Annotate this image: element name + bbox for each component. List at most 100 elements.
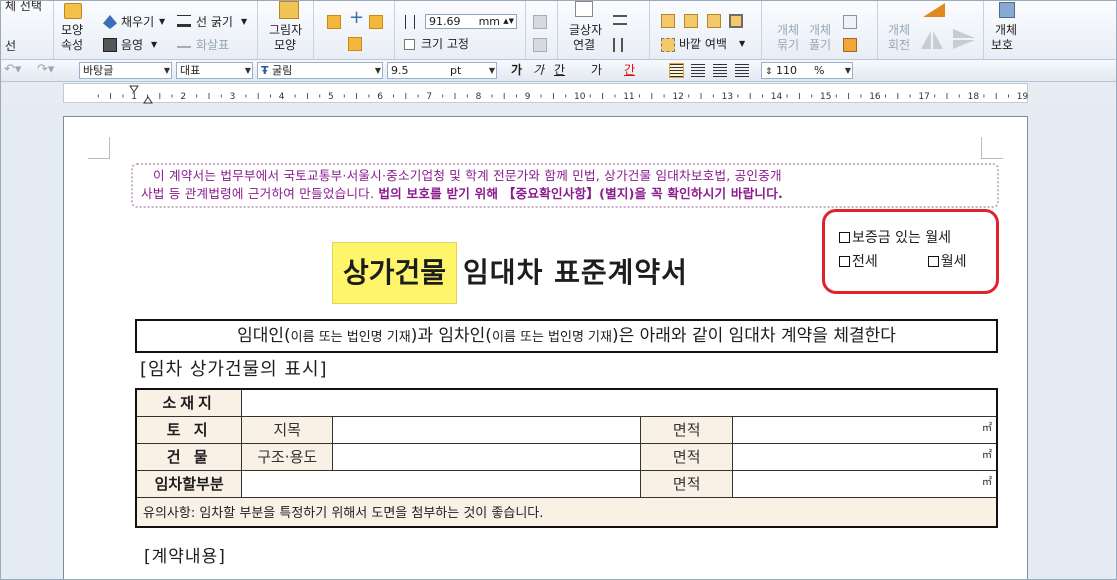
- align-center-icon[interactable]: [713, 64, 727, 77]
- font-color-button[interactable]: 간: [624, 63, 635, 78]
- table-cell-unit[interactable]: ㎡: [732, 442, 998, 471]
- document-workspace[interactable]: 이 계약서는 법무부에서 국토교통부·서울시·중소기업청 및 학계 전문가와 함…: [1, 104, 1116, 579]
- order-icon[interactable]: [843, 15, 857, 29]
- intro-box: 임대인(이름 또는 법인명 기재)과 임차인(이름 또는 법인명 기재)은 아래…: [135, 319, 998, 353]
- align-right-icon[interactable]: [735, 64, 749, 77]
- align-bottom-obj-icon[interactable]: [348, 37, 362, 51]
- ungroup-objects-button-line2[interactable]: 풀기: [809, 38, 831, 52]
- undo-icon[interactable]: ↶▾: [4, 63, 21, 77]
- ribbon-toolbar: 체 선택 선 모양 속성 채우기 ▼ 음영 ▼ 선 굵기 ▼ 화살표 그림자 모…: [1, 1, 1116, 60]
- checkbox-icon[interactable]: [839, 232, 850, 243]
- redo-icon[interactable]: ↷▾: [37, 63, 54, 77]
- select-line-label[interactable]: 선: [5, 39, 16, 53]
- spin-icon[interactable]: ▲▼: [503, 15, 514, 28]
- intro-text: )은 아래와 같이 임대차 계약을 체결한다: [611, 326, 896, 346]
- horizontal-ruler[interactable]: 1 2 3 4 5 6 7 8 9 10 11 12 13 14 15 16 17 18 19: [63, 83, 1029, 104]
- fix-size-checkbox[interactable]: [404, 39, 415, 50]
- formatting-toolbar: ↶▾ ↷▾ 바탕글 ▼ 대표 ▼ Ŧ 굴림 ▼ 9.5 pt ▼ 가 가 간 가 간 ⇕ …: [1, 60, 1116, 82]
- font-size-input[interactable]: 9.5 pt ▼: [387, 62, 497, 79]
- align-left-icon[interactable]: [691, 64, 705, 77]
- table-cell-input[interactable]: [332, 415, 642, 444]
- table-cell-unit[interactable]: ㎡: [732, 469, 998, 498]
- textbox-link-button-line2[interactable]: 연결: [573, 38, 595, 52]
- outer-margin-button[interactable]: 바깥 여백: [679, 37, 727, 51]
- table-row: 임차할부분 면적 ㎡: [135, 469, 998, 498]
- picture-shape-button-line2[interactable]: 모양: [274, 38, 296, 52]
- table-cell-input[interactable]: [241, 388, 998, 417]
- align-left-obj-icon[interactable]: [327, 15, 341, 29]
- align-justify-icon[interactable]: [669, 63, 684, 78]
- checkbox-icon[interactable]: [839, 256, 850, 267]
- checkbox-icon[interactable]: [927, 256, 939, 267]
- fix-size-label: 크기 고정: [421, 37, 469, 51]
- document-page[interactable]: 이 계약서는 법무부에서 국토교통부·서울시·중소기업청 및 학계 전문가와 함…: [63, 116, 1028, 579]
- arrow-button[interactable]: 화살표: [196, 38, 229, 52]
- wrap-icon-3[interactable]: [707, 14, 721, 28]
- width-unit: mm: [478, 15, 500, 28]
- send-backward-icon[interactable]: [533, 38, 547, 52]
- arrow-icon: [177, 38, 191, 48]
- line-thickness-dropdown-icon[interactable]: ▼: [241, 15, 247, 29]
- table-cell-label: 구조·용도: [241, 442, 334, 471]
- textbox-link-button[interactable]: 글상자: [569, 23, 602, 37]
- group-objects-button-line2[interactable]: 묶기: [777, 38, 799, 52]
- position-plus-icon[interactable]: +: [349, 9, 364, 27]
- bring-forward-icon[interactable]: [533, 15, 547, 29]
- flip-horizontal-icon[interactable]: [921, 31, 943, 49]
- shadow-button[interactable]: 음영: [121, 38, 143, 52]
- width-input[interactable]: 91.69 mm ▲▼: [425, 14, 517, 29]
- table-cell-header: 토 지: [135, 415, 243, 444]
- flip-vertical-icon[interactable]: [953, 29, 975, 49]
- rotate-object-button-line2[interactable]: 회전: [888, 38, 910, 52]
- width-icon: [405, 15, 415, 29]
- protect-object-button[interactable]: 개체: [995, 23, 1017, 37]
- outer-margin-dropdown-icon[interactable]: ▼: [739, 37, 745, 51]
- text-align-icon[interactable]: [613, 15, 627, 25]
- table-cell-unit[interactable]: ㎡: [732, 415, 998, 444]
- language-select[interactable]: 대표 ▼: [176, 62, 253, 79]
- wrap-icon-2[interactable]: [684, 14, 698, 28]
- ribbon-separator: [394, 1, 395, 59]
- table-cell-input[interactable]: [241, 469, 642, 498]
- ruler-number: 2: [180, 92, 186, 102]
- strikethrough-button[interactable]: 가: [591, 63, 602, 78]
- protect-object-button-line2[interactable]: 보호: [991, 38, 1013, 52]
- shape-props-button[interactable]: 모양: [61, 23, 83, 37]
- wrap-icon-4[interactable]: [729, 14, 743, 28]
- text-direction-icon[interactable]: [613, 38, 623, 52]
- table-cell-header: 건 물: [135, 442, 243, 471]
- style-value: 바탕글: [83, 64, 114, 77]
- ribbon-separator: [525, 1, 526, 59]
- table-cell-input[interactable]: [332, 442, 642, 471]
- type-option-jeonse: 전세: [852, 254, 878, 270]
- rotate-object-button[interactable]: 개체: [888, 23, 910, 37]
- left-margin-marker-icon[interactable]: [143, 96, 153, 104]
- italic-button[interactable]: 가: [533, 63, 544, 78]
- style-select[interactable]: 바탕글 ▼: [79, 62, 172, 79]
- notice-box: 이 계약서는 법무부에서 국토교통부·서울시·중소기업청 및 학계 전문가와 함…: [131, 163, 999, 208]
- ungroup-objects-button[interactable]: 개체: [809, 23, 831, 37]
- picture-shape-button[interactable]: 그림자: [269, 23, 302, 37]
- intro-text: 임대인(: [237, 326, 291, 346]
- select-all-button[interactable]: 체 선택: [5, 1, 42, 13]
- line-spacing-input[interactable]: ⇕ 110% ▼: [761, 62, 853, 79]
- shadow-dropdown-icon[interactable]: ▼: [151, 38, 157, 52]
- shape-props-button-line2[interactable]: 속성: [61, 38, 83, 52]
- title-highlight: 상가건물: [332, 242, 458, 304]
- wrap-icon-1[interactable]: [661, 14, 675, 28]
- group-objects-button[interactable]: 개체: [777, 23, 799, 37]
- underline-button[interactable]: 간: [554, 63, 565, 78]
- width-value: 91.69: [429, 15, 461, 28]
- line-spacing-icon: ⇕: [765, 67, 773, 77]
- bold-button[interactable]: 가: [511, 63, 522, 78]
- order-back-icon[interactable]: [843, 38, 857, 52]
- font-value: 굴림: [272, 64, 293, 77]
- font-select[interactable]: Ŧ 굴림 ▼: [257, 62, 383, 79]
- line-thickness-button[interactable]: 선 굵기: [196, 15, 233, 29]
- fill-button[interactable]: 채우기: [121, 15, 154, 29]
- ruler-number: 5: [328, 92, 334, 102]
- fill-dropdown-icon[interactable]: ▼: [159, 15, 165, 29]
- align-right-obj-icon[interactable]: [369, 15, 383, 29]
- rotate-triangle-icon[interactable]: [923, 3, 945, 17]
- table-row: 건 물 구조·용도 면적 ㎡: [135, 442, 998, 471]
